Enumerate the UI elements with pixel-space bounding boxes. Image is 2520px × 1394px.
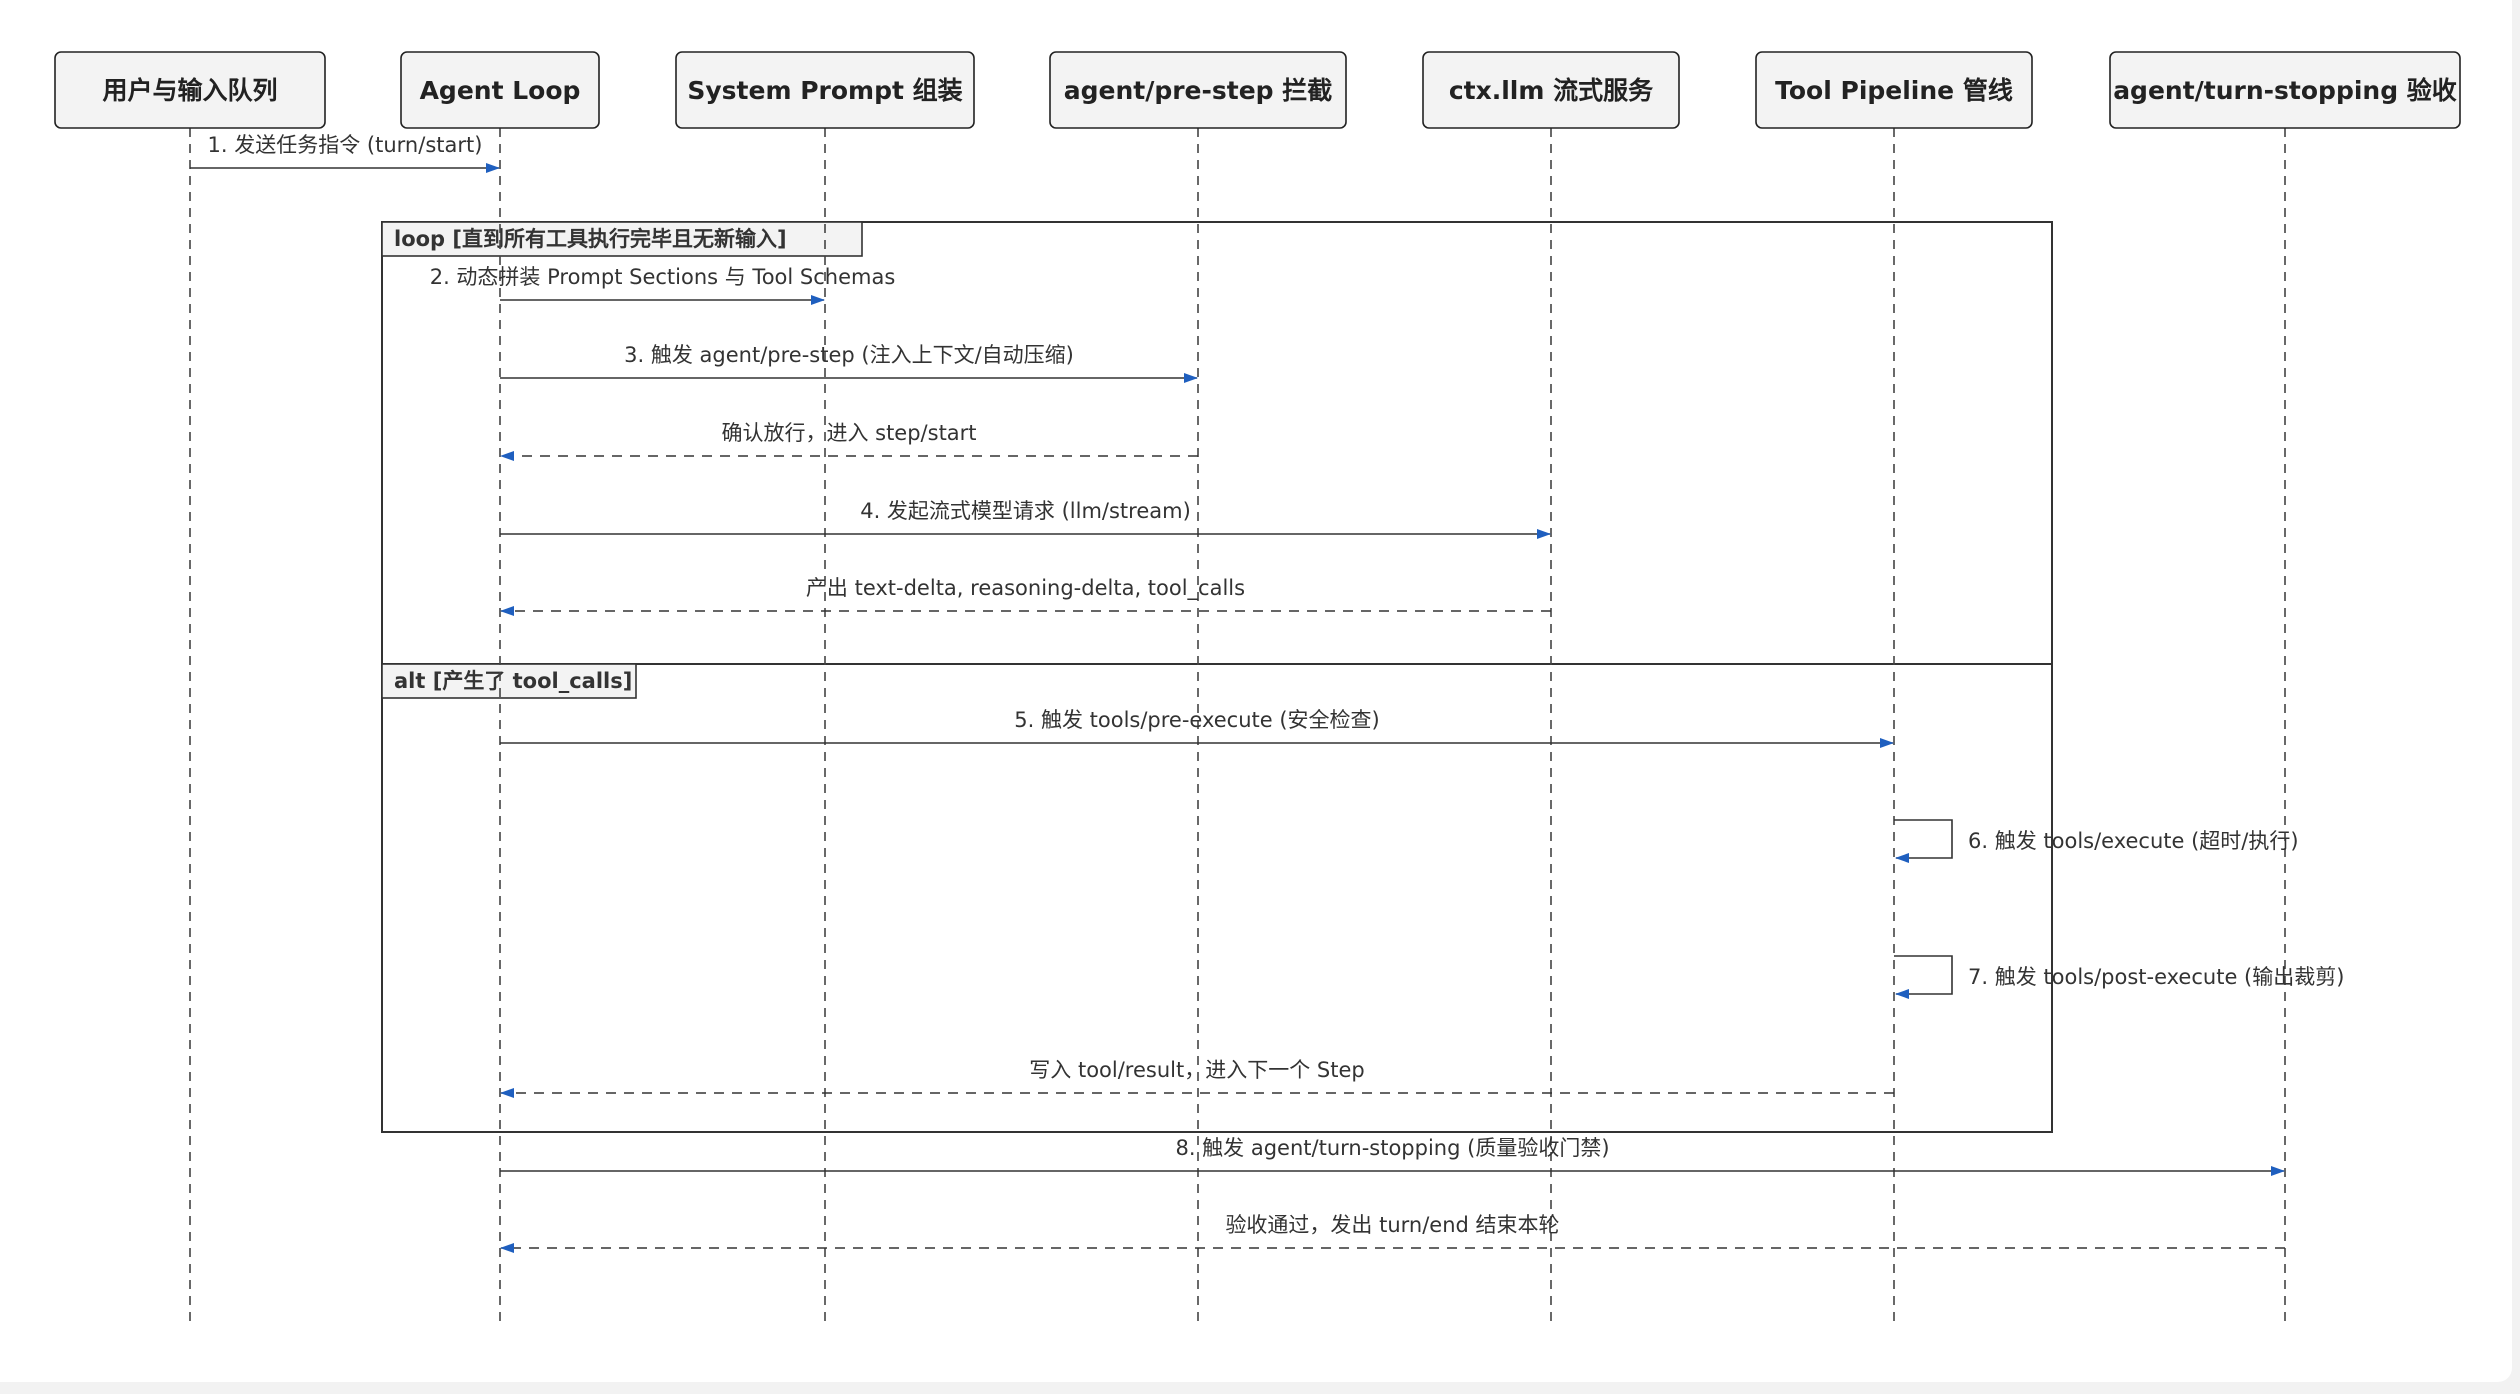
frame-label: loop [直到所有工具执行完毕且无新输入]	[394, 227, 787, 251]
diagram-canvas: loop [直到所有工具执行完毕且无新输入] alt [产生了 tool_call…	[0, 0, 2520, 1394]
participant-label: System Prompt 组装	[687, 76, 962, 105]
frame-alt: alt [产生了 tool_calls]	[381, 663, 2052, 699]
message-4: 确认放行，进入 step/start	[500, 421, 1198, 461]
message-label: 6. 触发 tools/execute (超时/执行)	[1968, 829, 2299, 853]
message-label: 2. 动态拼装 Prompt Sections 与 Tool Schemas	[430, 265, 896, 289]
message-label: 1. 发送任务指令 (turn/start)	[208, 133, 483, 157]
message-6: 产出 text-delta, reasoning-delta, tool_cal…	[500, 576, 1551, 616]
message-10: 写入 tool/result，进入下一个 Step	[500, 1058, 1894, 1098]
frame-label: alt [产生了 tool_calls]	[394, 669, 632, 693]
message-11: 8. 触发 agent/turn-stopping (质量验收门禁)	[500, 1136, 2285, 1176]
message-label: 3. 触发 agent/pre-step (注入上下文/自动压缩)	[624, 343, 1074, 367]
participant-label: Agent Loop	[420, 76, 581, 105]
participant-label: Tool Pipeline 管线	[1775, 76, 2013, 105]
message-9: 7. 触发 tools/post-execute (输出裁剪)	[1894, 955, 2344, 999]
participant-1: Agent Loop	[400, 51, 600, 129]
participant-label: agent/turn-stopping 验收	[2113, 76, 2457, 105]
self-arrow	[1894, 955, 1953, 999]
message-label: 5. 触发 tools/pre-execute (安全检查)	[1014, 708, 1380, 732]
message-label: 4. 发起流式模型请求 (llm/stream)	[860, 499, 1191, 523]
participant-2: System Prompt 组装	[675, 51, 975, 129]
message-label: 验收通过，发出 turn/end 结束本轮	[1225, 1213, 1559, 1237]
message-1: 1. 发送任务指令 (turn/start)	[190, 133, 500, 173]
message-5: 4. 发起流式模型请求 (llm/stream)	[500, 499, 1551, 539]
message-12: 验收通过，发出 turn/end 结束本轮	[500, 1213, 2285, 1253]
message-label: 7. 触发 tools/post-execute (输出裁剪)	[1968, 965, 2344, 989]
message-7: 5. 触发 tools/pre-execute (安全检查)	[500, 708, 1894, 748]
message-3: 3. 触发 agent/pre-step (注入上下文/自动压缩)	[500, 343, 1198, 383]
participant-6: agent/turn-stopping 验收	[2109, 51, 2461, 129]
message-label: 确认放行，进入 step/start	[721, 421, 976, 445]
participant-label: agent/pre-step 拦截	[1064, 76, 1333, 105]
participant-0: 用户与输入队列	[54, 51, 326, 129]
participant-4: ctx.llm 流式服务	[1422, 51, 1680, 129]
message-label: 8. 触发 agent/turn-stopping (质量验收门禁)	[1175, 1136, 1609, 1160]
participant-label: 用户与输入队列	[102, 76, 277, 105]
self-arrow	[1894, 819, 1953, 863]
message-label: 写入 tool/result，进入下一个 Step	[1029, 1058, 1364, 1082]
participant-3: agent/pre-step 拦截	[1049, 51, 1347, 129]
message-8: 6. 触发 tools/execute (超时/执行)	[1894, 819, 2299, 863]
participant-5: Tool Pipeline 管线	[1755, 51, 2033, 129]
participants-layer: 用户与输入队列 Agent Loop System Prompt 组装 agent/p…	[54, 51, 2461, 129]
message-label: 产出 text-delta, reasoning-delta, tool_cal…	[806, 576, 1245, 601]
participant-label: ctx.llm 流式服务	[1449, 76, 1653, 105]
sequence-diagram: loop [直到所有工具执行完毕且无新输入] alt [产生了 tool_call…	[54, 51, 2461, 1328]
